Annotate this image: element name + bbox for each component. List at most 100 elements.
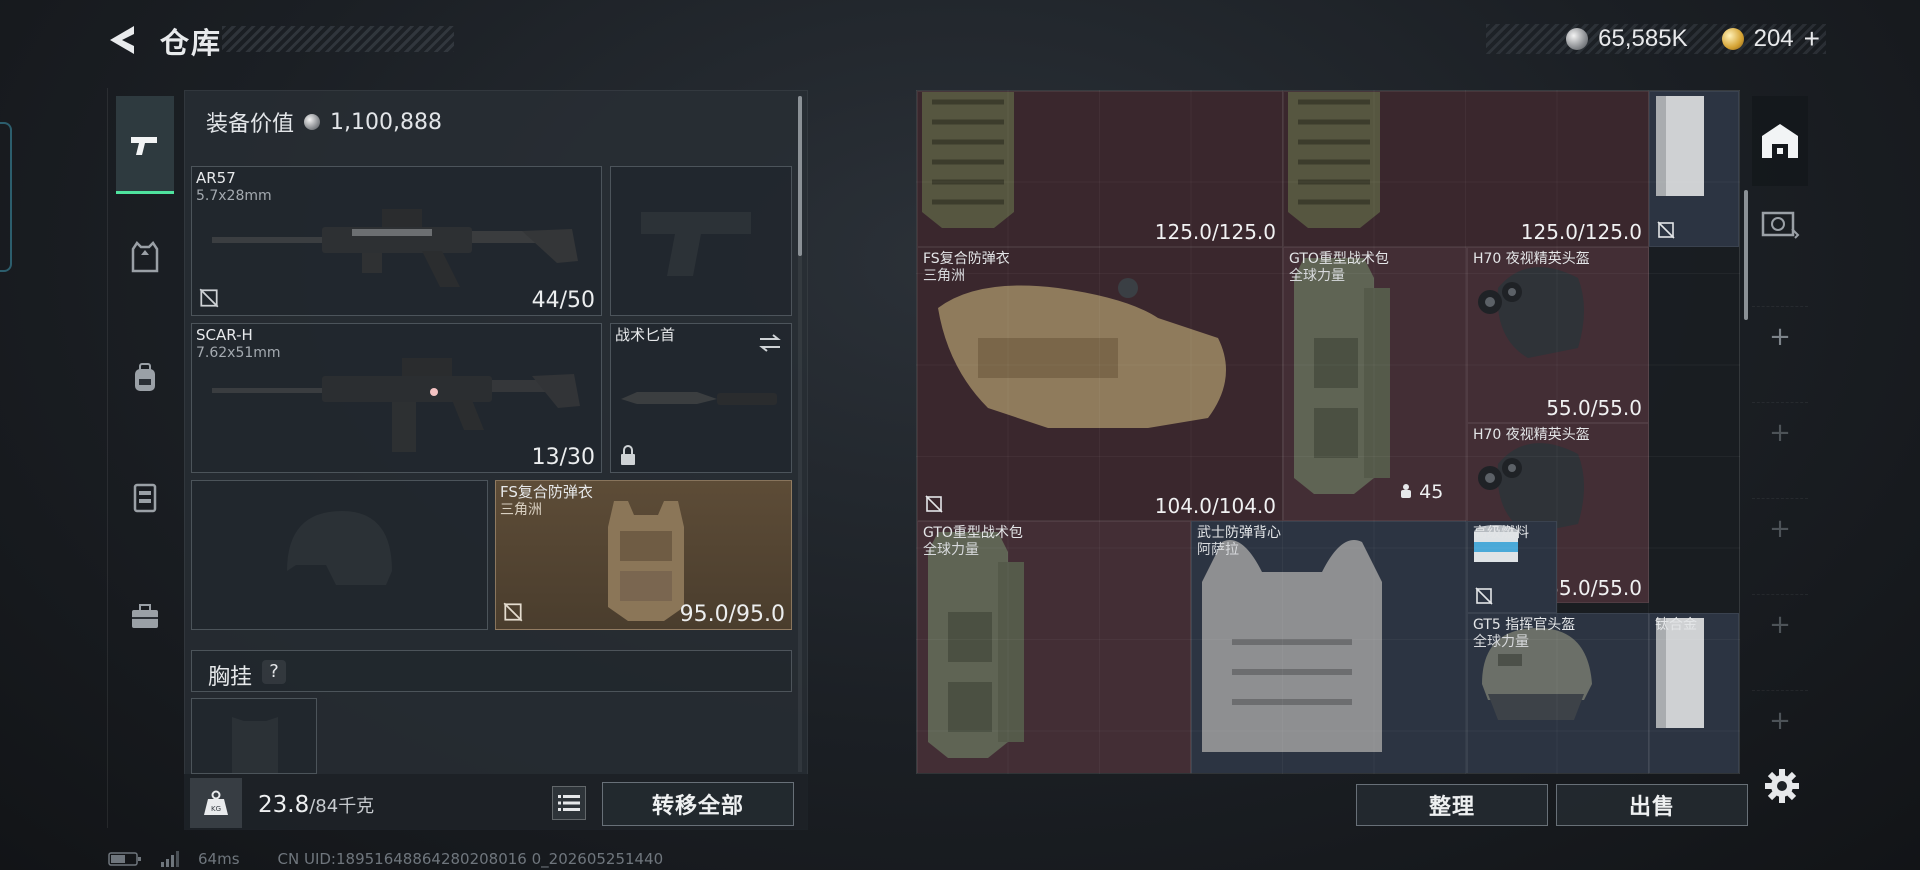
no-insure-icon [925, 495, 943, 513]
back-arrow-icon [110, 26, 134, 54]
equipment-value: 装备价值 1,100,888 [206, 106, 442, 138]
item-faction: 三角洲 [923, 268, 965, 284]
equipment-scrollbar[interactable] [798, 96, 802, 256]
swap-icon[interactable] [757, 332, 783, 354]
gear-icon [1765, 769, 1799, 803]
add-gold-button[interactable]: + [1804, 23, 1820, 55]
add-page-button[interactable]: + [1752, 690, 1808, 750]
pistol-placeholder-icon [641, 212, 751, 276]
stash-item-titanium[interactable]: 钛合金 [1649, 613, 1739, 773]
equipment-value-amount: 1,100,888 [330, 109, 442, 135]
page-title: 仓库 [160, 26, 223, 60]
svg-text:KG: KG [211, 805, 221, 813]
stash-item-armor[interactable]: 武士防弹背心 阿萨拉 [1191, 521, 1467, 773]
stash-item-backpack[interactable]: 125.0/125.0 [917, 91, 1283, 247]
item-count-wrap: 45 [1399, 481, 1443, 503]
chest-rig-slot[interactable] [191, 698, 317, 774]
weight-readout: 23.8/84千克 [258, 792, 374, 818]
item-name: 高级燃料 [1473, 525, 1529, 541]
secondary-weapon-slot[interactable]: SCAR-H 7.62x51mm 13/30 [191, 323, 602, 473]
weight-current: 23.8 [258, 792, 310, 818]
player-uid: CN UID:18951648864280208016 0_2026052514… [277, 850, 664, 868]
tab-case[interactable] [116, 568, 174, 666]
item-count: 45 [1419, 481, 1444, 503]
stash-page-rail: + + + + + [1752, 96, 1812, 776]
equipment-value-label: 装备价值 [206, 112, 295, 137]
transfer-all-button[interactable]: 转移全部 [602, 782, 794, 826]
stash-grid: 125.0/125.0 125.0/125.0 FS复合防弹衣 三角洲 104.… [916, 90, 1740, 774]
add-page-button[interactable]: + [1752, 498, 1808, 558]
chest-rig-placeholder-icon [232, 717, 278, 773]
silver-currency: 65,585K [1598, 25, 1688, 52]
chest-rig-label: 胸挂 [208, 665, 253, 690]
settings-button[interactable] [1762, 766, 1802, 806]
item-name: H70 夜视精英头盔 [1473, 251, 1590, 267]
backpack-icon [135, 363, 155, 391]
help-icon[interactable]: ? [262, 660, 286, 684]
stash-scrollbar[interactable] [1744, 190, 1748, 320]
item-name: GTO重型战术包 [923, 525, 1023, 541]
stash-item-helmet[interactable]: GT5 指挥官头盔 全球力量 [1467, 613, 1649, 773]
stash-secure-button[interactable] [1752, 188, 1808, 258]
tab-chest-rig[interactable] [116, 448, 174, 546]
stash-item-armor[interactable]: FS复合防弹衣 三角洲 104.0/104.0 [917, 247, 1283, 521]
no-insure-icon [1657, 221, 1675, 239]
weapon-name: AR57 [196, 169, 236, 187]
back-button[interactable] [104, 20, 144, 60]
stash-item-helmet[interactable]: H70 夜视精英头盔 55.0/55.0 [1467, 247, 1649, 423]
backpack-image [1288, 92, 1380, 228]
stash-item-backpack[interactable]: 125.0/125.0 [1283, 91, 1649, 247]
pistol-icon [131, 136, 157, 155]
item-durability: 55.0/55.0 [1546, 396, 1642, 420]
item-durability: 55.0/55.0 [1546, 576, 1642, 600]
helmet-placeholder-icon [287, 511, 392, 585]
tab-backpack[interactable] [116, 328, 174, 426]
armor-name: FS复合防弹衣 [500, 483, 593, 501]
no-insure-icon [503, 602, 523, 622]
add-page-button[interactable]: + [1752, 594, 1808, 654]
item-faction: 全球力量 [923, 542, 979, 558]
weight-icon: KG [204, 790, 228, 815]
sell-button[interactable]: 出售 [1556, 784, 1748, 826]
rifle-image [212, 358, 580, 452]
vest-icon [131, 241, 159, 273]
weapon-name: SCAR-H [196, 326, 253, 344]
armor-durability: 95.0/95.0 [679, 602, 785, 627]
weapon-ammo-count: 44/50 [531, 288, 595, 313]
ping-value: 64ms [198, 850, 240, 868]
tab-armor[interactable] [116, 208, 174, 306]
stash-item-fuel[interactable]: 高级燃料 [1467, 521, 1557, 613]
melee-slot[interactable]: 战术匕首 [610, 323, 792, 473]
lock-icon [621, 445, 635, 465]
no-insure-icon [199, 288, 219, 308]
warehouse-icon [1762, 124, 1798, 158]
weapon-ammo-count: 13/30 [531, 445, 595, 470]
stash-main-button[interactable] [1752, 96, 1808, 186]
chest-rig-section: 胸挂 ? [191, 650, 792, 692]
bag-count-icon [1401, 484, 1412, 498]
stash-item-backpack[interactable]: GTO重型战术包 全球力量 45 [1283, 247, 1467, 521]
item-name: 钛合金 [1655, 617, 1697, 633]
weight-icon-box: KG [190, 778, 242, 828]
rifle-image [212, 209, 578, 287]
battery-icon [108, 852, 141, 866]
stash-item-backpack[interactable]: GTO重型战术包 全球力量 [917, 521, 1191, 773]
knife-image [621, 392, 777, 405]
helmet-slot[interactable] [191, 480, 488, 630]
item-faction: 全球力量 [1473, 634, 1529, 650]
sidearm-slot[interactable] [610, 166, 792, 316]
metal-plate-image [1656, 96, 1704, 196]
primary-weapon-slot[interactable]: AR57 5.7x28mm 44/50 [191, 166, 602, 316]
list-view-button[interactable] [552, 786, 586, 820]
organize-button[interactable]: 整理 [1356, 784, 1548, 826]
stash-item-titanium[interactable] [1649, 91, 1739, 247]
tab-weapons[interactable] [116, 96, 174, 194]
item-name: GT5 指挥官头盔 [1473, 617, 1576, 633]
add-page-button[interactable]: + [1752, 306, 1808, 366]
side-edge-handle[interactable] [0, 122, 12, 272]
armor-slot[interactable]: FS复合防弹衣 三角洲 95.0/95.0 [495, 480, 792, 630]
item-faction: 全球力量 [1289, 268, 1345, 284]
add-page-button[interactable]: + [1752, 402, 1808, 462]
briefcase-icon [132, 604, 158, 628]
gold-coin-icon [1721, 28, 1744, 50]
